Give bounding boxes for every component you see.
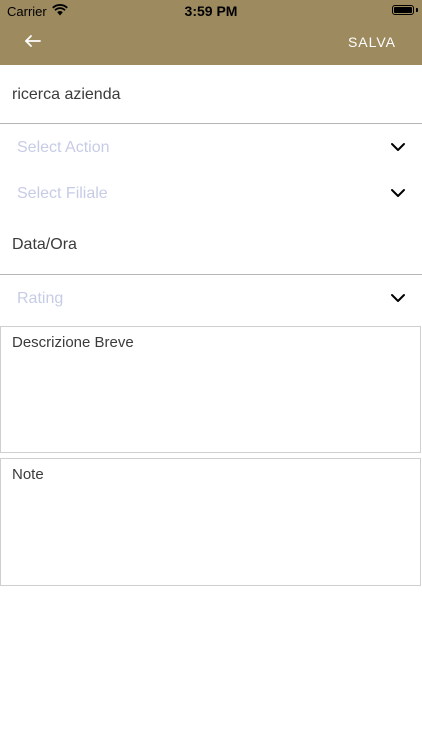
select-action-placeholder: Select Action [17, 139, 110, 156]
status-time: 3:59 PM [184, 3, 238, 19]
short-description-textarea[interactable]: Descrizione Breve [0, 326, 421, 453]
select-action-dropdown[interactable]: Select Action [0, 124, 422, 170]
company-search-field[interactable]: ricerca azienda [0, 65, 422, 123]
datetime-field[interactable]: Data/Ora [0, 218, 422, 274]
company-search-label: ricerca azienda [12, 86, 121, 103]
notes-label: Note [12, 466, 44, 483]
arrow-left-icon[interactable] [22, 30, 44, 52]
battery-icon [392, 5, 414, 15]
save-button[interactable]: SALVA [348, 34, 396, 50]
select-branch-dropdown[interactable]: Select Filiale [0, 170, 422, 218]
chevron-down-icon [391, 143, 405, 151]
chevron-down-icon [391, 294, 405, 302]
rating-dropdown[interactable]: Rating [0, 275, 422, 325]
battery-tip [416, 8, 418, 12]
app-header: Carrier 3:59 PM SALVA [0, 0, 422, 65]
datetime-label: Data/Ora [12, 236, 77, 253]
notes-textarea[interactable]: Note [0, 458, 421, 586]
short-description-label: Descrizione Breve [12, 334, 134, 351]
rating-placeholder: Rating [17, 290, 64, 307]
chevron-down-icon [391, 189, 405, 197]
select-branch-placeholder: Select Filiale [17, 185, 108, 202]
